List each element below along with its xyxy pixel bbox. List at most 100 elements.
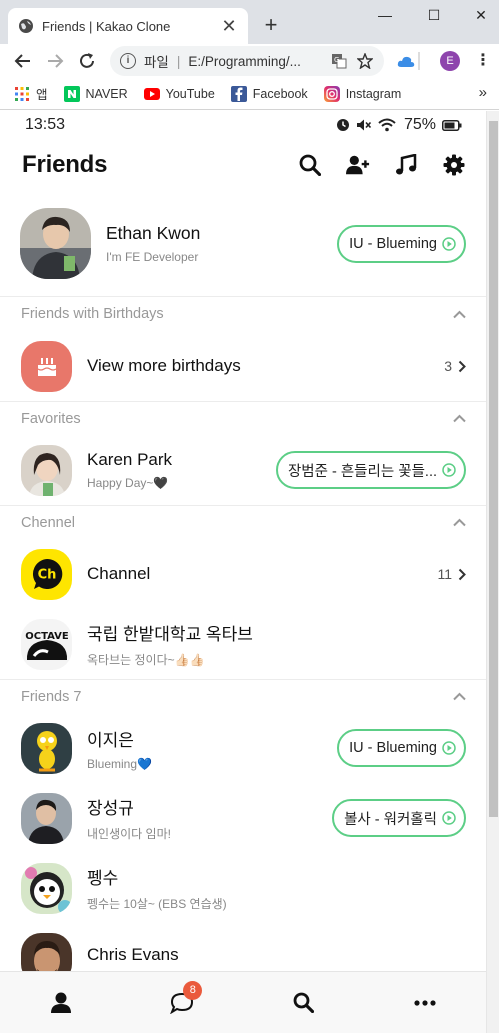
bookmark-naver[interactable]: NAVER [63, 85, 128, 102]
profile-avatar[interactable]: E [440, 51, 460, 71]
tab-more[interactable] [395, 983, 455, 1023]
play-icon [442, 741, 456, 755]
bookmark-facebook[interactable]: Facebook [230, 85, 308, 102]
friend-info: Chris Evans [87, 945, 466, 971]
add-friend-icon[interactable] [346, 153, 370, 177]
count-value: 11 [437, 566, 452, 582]
channel-row[interactable]: Ch Channel 11 [0, 539, 486, 609]
minimize-button[interactable]: — [370, 4, 400, 26]
friend-info: 펭수 펭수는 10살~ (EBS 연습생) [87, 864, 466, 912]
bookmark-apps[interactable]: 앱 [14, 84, 48, 103]
chevron-up-icon[interactable] [453, 310, 466, 319]
bottom-tab-bar: 8 [0, 971, 486, 1033]
friend-row[interactable]: 장성규 내인생이다 임마! 볼사 - 워커홀릭 [0, 783, 486, 853]
section-birthdays[interactable]: Friends with Birthdays [0, 297, 486, 331]
alarm-icon [336, 118, 350, 132]
person-icon [50, 992, 71, 1013]
friend-row[interactable]: 이지은 Blueming💙 IU - Blueming [0, 713, 486, 783]
app-viewport: 13:53 75% Friends Ethan Kwon I'm FE Deve… [0, 111, 486, 1033]
scrollbar-thumb[interactable] [489, 121, 498, 817]
bookmark-youtube[interactable]: YouTube [143, 86, 215, 102]
settings-gear-icon[interactable] [442, 153, 466, 177]
channel-logo-text: Ch [37, 568, 56, 583]
my-name: Ethan Kwon [106, 223, 201, 243]
svg-text:G: G [334, 56, 339, 64]
browser-toolbar: i 파일 | E:/Programming/... G [0, 44, 499, 78]
music-pill[interactable]: 볼사 - 워커홀릭 [332, 799, 466, 837]
friend-name: 이지은 [87, 730, 134, 750]
friend-status-message: 펭수는 10살~ (EBS 연습생) [87, 897, 227, 911]
friend-info: Karen Park Happy Day~🖤 [87, 450, 276, 490]
youtube-icon [143, 86, 160, 102]
browser-menu-icon[interactable]: ⋮ [475, 52, 491, 70]
friend-avatar[interactable] [21, 862, 72, 914]
page-scrollbar[interactable] [486, 111, 499, 1033]
music-pill[interactable]: 장범준 - 흔들리는 꽃들... [275, 451, 466, 489]
back-button[interactable] [12, 50, 34, 72]
tab-friends[interactable] [31, 983, 91, 1023]
globe-icon [19, 19, 33, 33]
friend-avatar[interactable] [21, 792, 72, 844]
facebook-icon [230, 85, 247, 102]
friend-status-message: Happy Day~🖤 [87, 476, 169, 490]
url-text: E:/Programming/... [188, 53, 301, 69]
star-icon[interactable] [356, 52, 374, 70]
instagram-icon [323, 85, 340, 102]
music-icon[interactable] [394, 153, 418, 177]
my-profile-row[interactable]: Ethan Kwon I'm FE Developer IU - Bluemin… [0, 191, 486, 297]
forward-button[interactable] [44, 50, 66, 72]
translate-icon[interactable]: G [330, 52, 348, 70]
music-pill[interactable]: IU - Blueming [337, 729, 466, 767]
section-friends[interactable]: Friends 7 [0, 679, 486, 713]
battery-percent: 75% [403, 116, 436, 133]
birthday-cake-icon [21, 340, 72, 392]
chevron-up-icon[interactable] [453, 692, 466, 701]
friend-avatar[interactable] [21, 444, 72, 496]
bookmarks-bar: 앱 NAVER YouTube Facebook Instagram » [0, 78, 499, 110]
close-window-button[interactable]: ✕ [466, 4, 496, 26]
friend-name: Karen Park [87, 450, 173, 469]
bookmarks-more-icon[interactable]: » [479, 84, 487, 101]
section-title: Favorites [21, 410, 81, 427]
browser-tab[interactable]: Friends | Kakao Clone ✕ [8, 8, 248, 44]
birthdays-row[interactable]: View more birthdays 3 [0, 331, 486, 401]
tab-chats[interactable]: 8 [152, 980, 212, 1023]
play-icon [442, 236, 456, 251]
friend-row[interactable]: Karen Park Happy Day~🖤 장범준 - 흔들리는 꽃들... [0, 435, 486, 505]
chevron-up-icon[interactable] [453, 518, 466, 527]
section-title: Friends with Birthdays [21, 306, 164, 322]
section-channel[interactable]: Chennel [0, 505, 486, 539]
section-favorites[interactable]: Favorites [0, 401, 486, 435]
chevron-up-icon[interactable] [453, 414, 466, 423]
reload-button[interactable] [76, 50, 98, 72]
kakao-channel-logo: Ch [21, 548, 72, 600]
new-tab-button[interactable]: + [258, 12, 284, 38]
friend-status-message: 내인생이다 임마! [87, 827, 171, 841]
cloud-extension-icon[interactable] [396, 52, 416, 72]
bookmark-label: Instagram [345, 86, 402, 101]
music-pill[interactable]: IU - Blueming [337, 224, 466, 263]
search-icon[interactable] [298, 153, 322, 177]
tab-search[interactable] [274, 983, 334, 1023]
birthdays-info: View more birthdays [87, 356, 444, 376]
channel-row[interactable]: OCTAVE 국립 한밭대학교 옥타브 옥타브는 정이다~👍🏻👍🏻 [0, 609, 486, 679]
music-title: IU - Blueming [349, 740, 437, 756]
friend-info: 장성규 내인생이다 임마! [87, 794, 332, 842]
more-dots-icon [414, 999, 436, 1006]
maximize-button[interactable]: ☐ [419, 4, 449, 26]
bookmark-label: Facebook [252, 86, 308, 101]
tab-close-icon[interactable]: ✕ [220, 16, 238, 37]
app-header: Friends [0, 139, 486, 191]
info-icon[interactable]: i [120, 53, 136, 69]
channel-status-message: 옥타브는 정이다~👍🏻👍🏻 [87, 653, 205, 667]
scheme-label: 파일 [144, 55, 169, 70]
reload-icon [80, 53, 94, 68]
chevron-right-icon [458, 360, 466, 372]
friend-row[interactable]: 펭수 펭수는 10살~ (EBS 연습생) [0, 853, 486, 923]
channel-name: Channel [87, 564, 151, 583]
address-bar[interactable]: i 파일 | E:/Programming/... G [110, 46, 384, 76]
bookmark-instagram[interactable]: Instagram [323, 85, 402, 102]
friend-avatar[interactable] [21, 722, 72, 774]
my-avatar[interactable] [20, 208, 91, 279]
bookmark-label: YouTube [165, 86, 215, 101]
